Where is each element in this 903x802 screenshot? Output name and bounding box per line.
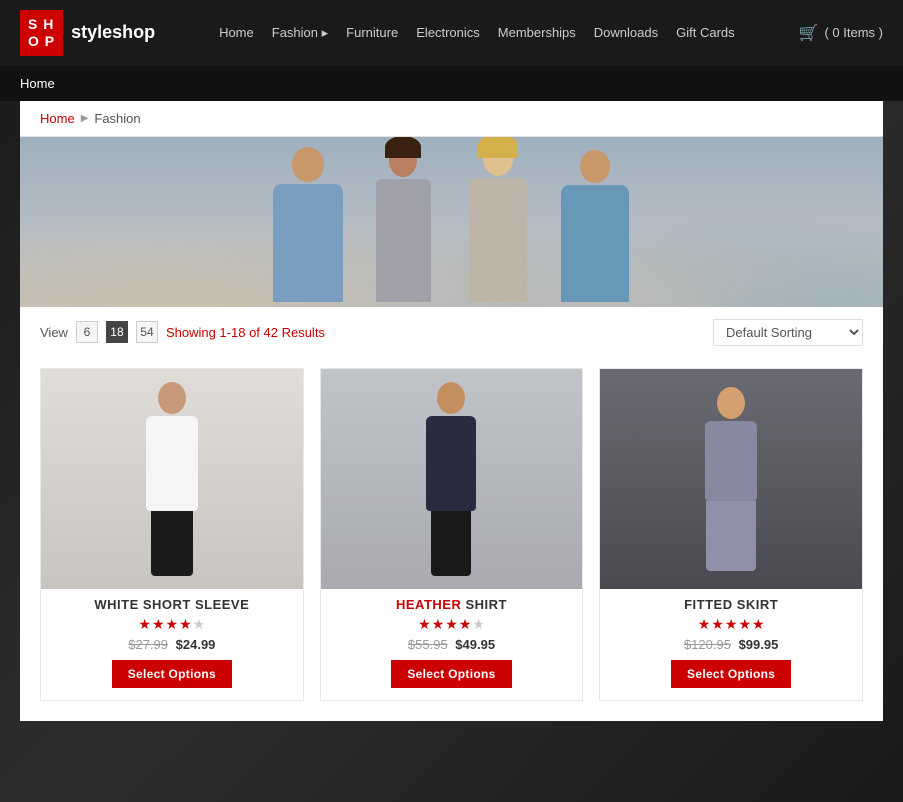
logo-style: style [71, 22, 112, 42]
product-price-1: $27.99 $24.99 [41, 637, 303, 652]
page-title-bar: Home [0, 66, 903, 101]
logo-shop: shop [112, 22, 155, 42]
product-figure-2 [426, 382, 476, 576]
product-price-3: $120.95 $99.95 [600, 637, 862, 652]
product-stars-3: ★ ★ ★ ★ ★ [600, 616, 862, 633]
nav-furniture[interactable]: Furniture [346, 25, 398, 40]
product-stars-2: ★ ★ ★ ★ ★ [321, 616, 583, 633]
product-figure-3 [705, 387, 757, 571]
cart-count: ( 0 Items ) [824, 25, 883, 40]
product-card: HEATHER SHIRT ★ ★ ★ ★ ★ $55.95 $49.95 Se… [320, 368, 584, 701]
products-section: WHITE SHORT SLEEVE ★ ★ ★ ★ ★ $27.99 $24.… [20, 358, 883, 721]
banner-person-1 [253, 147, 363, 302]
nav-memberships[interactable]: Memberships [498, 25, 576, 40]
view-18-button[interactable]: 18 [106, 321, 128, 343]
nav-downloads[interactable]: Downloads [594, 25, 658, 40]
controls-bar: View 6 18 54 Showing 1-18 of 42 Results … [20, 307, 883, 358]
product-name-1: WHITE SHORT SLEEVE [41, 597, 303, 612]
results-count: Showing 1-18 of 42 Results [166, 325, 325, 340]
header: S HO P styleshop Home Fashion ▸ Furnitur… [0, 0, 903, 66]
banner-image [20, 137, 883, 307]
logo-area: S HO P styleshop [20, 10, 155, 56]
page-title: Home [20, 76, 55, 91]
banner-person-3 [448, 142, 548, 302]
nav-electronics[interactable]: Electronics [416, 25, 480, 40]
nav-fashion[interactable]: Fashion ▸ [272, 25, 328, 41]
nav-home[interactable]: Home [219, 25, 254, 40]
view-label: View [40, 325, 68, 340]
cart-icon: 🛒 [799, 23, 819, 43]
products-grid: WHITE SHORT SLEEVE ★ ★ ★ ★ ★ $27.99 $24.… [40, 368, 863, 701]
banner-person-2 [353, 144, 453, 302]
product-image-3 [600, 369, 862, 589]
logo-text: styleshop [71, 22, 155, 43]
breadcrumb-current: Fashion [94, 111, 140, 126]
nav-gift-cards[interactable]: Gift Cards [676, 25, 735, 40]
select-options-button-2[interactable]: Select Options [391, 660, 511, 688]
product-name-3: FITTED SKIRT [600, 597, 862, 612]
main-nav: Home Fashion ▸ Furniture Electronics Mem… [219, 25, 735, 41]
main-content: Home ▶ Fashion [20, 101, 883, 721]
sort-select[interactable]: Default Sorting [713, 319, 863, 346]
cart-area[interactable]: 🛒 ( 0 Items ) [799, 23, 883, 43]
select-options-button-3[interactable]: Select Options [671, 660, 791, 688]
view-6-button[interactable]: 6 [76, 321, 98, 343]
logo-icon: S HO P [20, 10, 63, 56]
product-price-2: $55.95 $49.95 [321, 637, 583, 652]
banner-person-4 [540, 150, 650, 302]
banner [20, 137, 883, 307]
breadcrumb-separator: ▶ [81, 113, 89, 124]
breadcrumb-home[interactable]: Home [40, 111, 75, 126]
product-card: WHITE SHORT SLEEVE ★ ★ ★ ★ ★ $27.99 $24.… [40, 368, 304, 701]
product-card: FITTED SKIRT ★ ★ ★ ★ ★ $120.95 $99.95 Se… [599, 368, 863, 701]
view-controls: View 6 18 54 [40, 321, 158, 343]
product-image-2 [321, 369, 583, 589]
product-image-1 [41, 369, 303, 589]
view-54-button[interactable]: 54 [136, 321, 158, 343]
product-figure-1 [146, 382, 198, 576]
select-options-button-1[interactable]: Select Options [112, 660, 232, 688]
breadcrumb: Home ▶ Fashion [20, 101, 883, 137]
product-name-2: HEATHER SHIRT [321, 597, 583, 612]
product-stars-1: ★ ★ ★ ★ ★ [41, 616, 303, 633]
